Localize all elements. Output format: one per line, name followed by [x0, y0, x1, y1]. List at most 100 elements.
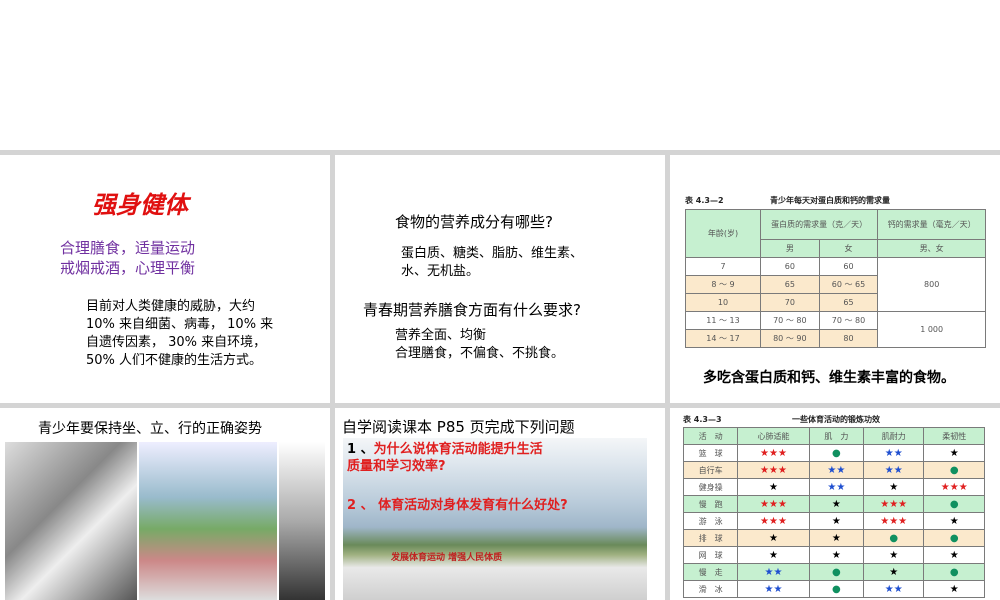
- star-rating-icon: ★: [808, 529, 864, 547]
- star-rating-icon: ★★: [808, 461, 864, 479]
- cell: 10: [685, 293, 761, 312]
- slide-title: 自学阅读课本 P85 页完成下列问题: [342, 418, 575, 436]
- cell: 14 ～ 17: [685, 329, 761, 348]
- text-line: 目前对人类健康的威胁，大约: [86, 299, 256, 314]
- table-caption: 一些体育活动的锻炼功效: [792, 415, 880, 424]
- activity-name: 慢 跑: [682, 495, 739, 513]
- header-female: 女: [818, 239, 879, 258]
- slide-title: 强身健体: [92, 191, 188, 219]
- star-rating-icon: ★★: [737, 580, 810, 598]
- answer-2: 营养全面、均衡 合理膳食，不偏食、不挑食。: [395, 327, 564, 363]
- answer-1: 蛋白质、糖类、脂肪、维生素、 水、无机盐。: [401, 245, 583, 281]
- activity-name: 篮 球: [682, 444, 739, 462]
- posture-photo-sitting: [5, 442, 137, 600]
- star-rating-icon: ★★: [737, 563, 810, 581]
- star-rating-icon: ★: [923, 546, 985, 564]
- photo-banner: 发展体育运动 增强人民体质: [391, 553, 503, 563]
- cell: 65: [818, 293, 879, 312]
- star-rating-icon: ★★★: [737, 512, 810, 530]
- cell: 7: [685, 257, 761, 276]
- activity-name: 网 球: [682, 546, 739, 564]
- cell: 11 ～ 13: [685, 311, 761, 330]
- cell: 70 ～ 80: [760, 311, 820, 330]
- star-rating-icon: ★: [923, 512, 985, 530]
- slide-thumbnail-1[interactable]: 强身健体 合理膳食，适量运动 戒烟戒酒，心理平衡 目前对人类健康的威胁，大约 1…: [0, 155, 330, 403]
- header-age: 年龄(岁): [685, 209, 761, 258]
- circle-icon: ●: [862, 529, 925, 547]
- star-rating-icon: ★★★: [862, 495, 925, 513]
- star-rating-icon: ★★★: [737, 495, 810, 513]
- text-line: 水、无机盐。: [401, 264, 480, 279]
- activity-name: 慢 走: [682, 563, 739, 581]
- question-text: 质量和学习效率?: [347, 459, 446, 474]
- activity-name: 自行车: [682, 461, 739, 479]
- circle-icon: ●: [923, 461, 985, 479]
- text-line: 营养全面、均衡: [395, 328, 487, 343]
- cell: 60 ～ 65: [818, 275, 879, 294]
- slide-thumbnail-6[interactable]: 表 4.3—3 一些体育活动的锻炼功效 活 动心肺适能肌 力肌耐力 柔韧性篮 球 ★…: [670, 408, 1000, 600]
- tagline-1: 合理膳食，适量运动: [60, 239, 196, 257]
- question-2: 青春期营养膳食方面有什么要求?: [363, 301, 581, 319]
- table-row: 游 泳 ★★★ ★ ★★★ ★: [682, 512, 985, 530]
- cell: 70 ～ 80: [818, 311, 879, 330]
- circle-icon: ●: [808, 444, 864, 462]
- table-row: 篮 球 ★★★ ● ★★ ★: [682, 444, 985, 462]
- column-header: 肌 力: [808, 427, 864, 445]
- star-rating-icon: ★★: [862, 461, 925, 479]
- star-rating-icon: ★★: [808, 478, 864, 496]
- table-number: 表 4.3—2: [685, 196, 724, 205]
- slide-thumbnail-3[interactable]: 表 4.3—2 青少年每天对蛋白质和钙的需求量 年龄(岁) 蛋白质的需求量（克／天…: [670, 155, 1000, 403]
- cell: 70: [760, 293, 820, 312]
- star-rating-icon: ★: [808, 546, 864, 564]
- question-number: 1 、: [347, 442, 374, 457]
- protein-calcium-table: 年龄(岁) 蛋白质的需求量（克／天） 钙的需求量（毫克／天） 男女男、女 7 60 60…: [685, 209, 986, 348]
- star-rating-icon: ★: [737, 529, 810, 547]
- circle-icon: ●: [923, 563, 985, 581]
- star-rating-icon: ★★: [862, 444, 925, 462]
- header-protein: 蛋白质的需求量（克／天）: [759, 209, 879, 240]
- posture-photo-walking: [279, 442, 325, 600]
- text-line: 蛋白质、糖类、脂肪、维生素、: [401, 246, 584, 261]
- exercise-benefits-table: 活 动心肺适能肌 力肌耐力 柔韧性篮 球 ★★★ ● ★★ ★ 自行车 ★★★ ★★ ★★ ● 健身操…: [682, 427, 985, 598]
- slide-thumbnail-4[interactable]: 青少年要保持坐、立、行的正确姿势: [0, 408, 330, 600]
- table-row: 排 球 ★ ★ ● ●: [682, 529, 985, 547]
- cell: 800: [877, 257, 986, 312]
- star-rating-icon: ★: [923, 580, 985, 598]
- slide-title: 青少年要保持坐、立、行的正确姿势: [38, 421, 262, 437]
- star-rating-icon: ★: [737, 478, 810, 496]
- star-rating-icon: ★: [808, 512, 864, 530]
- cell: 80: [818, 329, 879, 348]
- question-2: 2 、 体育活动对身体发育有什么好处?: [347, 498, 568, 513]
- activity-name: 排 球: [682, 529, 739, 547]
- table-row: 慢 走 ★★ ● ★ ●: [682, 563, 985, 581]
- tagline-2: 戒烟戒酒，心理平衡: [60, 259, 196, 277]
- activity-name: 游 泳: [682, 512, 739, 530]
- circle-icon: ●: [923, 495, 985, 513]
- cell: 60: [818, 257, 879, 276]
- text-line: 10% 来自细菌、病毒， 10% 来: [86, 317, 274, 332]
- activity-name: 健身操: [682, 478, 739, 496]
- star-rating-icon: ★: [862, 546, 925, 564]
- slide-thumbnail-5[interactable]: 自学阅读课本 P85 页完成下列问题 发展体育运动 增强人民体质 1 、为什么说…: [335, 408, 665, 600]
- star-rating-icon: ★★★: [862, 512, 925, 530]
- circle-icon: ●: [808, 580, 864, 598]
- header-male: 男: [760, 239, 820, 258]
- star-rating-icon: ★★★: [923, 478, 985, 496]
- star-rating-icon: ★★: [862, 580, 925, 598]
- activity-name: 滑 冰: [682, 580, 739, 598]
- posture-photo-standing: [139, 442, 277, 600]
- star-rating-icon: ★★★: [737, 444, 810, 462]
- header-calcium: 钙的需求量（毫克／天）: [877, 209, 986, 240]
- circle-icon: ●: [923, 529, 985, 547]
- table-row: 慢 跑 ★★★ ★ ★★★ ●: [682, 495, 985, 513]
- column-header: 肌耐力: [862, 427, 925, 445]
- table-row: 网 球 ★ ★ ★ ★: [682, 546, 985, 564]
- table-row: 健身操 ★ ★★ ★ ★★★: [682, 478, 985, 496]
- star-rating-icon: ★: [862, 563, 925, 581]
- star-rating-icon: ★: [923, 444, 985, 462]
- question-1: 食物的营养成分有哪些?: [395, 213, 553, 231]
- circle-icon: ●: [808, 563, 864, 581]
- slide-thumbnail-2[interactable]: 食物的营养成分有哪些? 蛋白质、糖类、脂肪、维生素、 水、无机盐。 青春期营养膳…: [335, 155, 665, 403]
- table-caption: 青少年每天对蛋白质和钙的需求量: [770, 196, 890, 205]
- health-threat-text: 目前对人类健康的威胁，大约 10% 来自细菌、病毒， 10% 来 自遗传因素， …: [86, 298, 273, 370]
